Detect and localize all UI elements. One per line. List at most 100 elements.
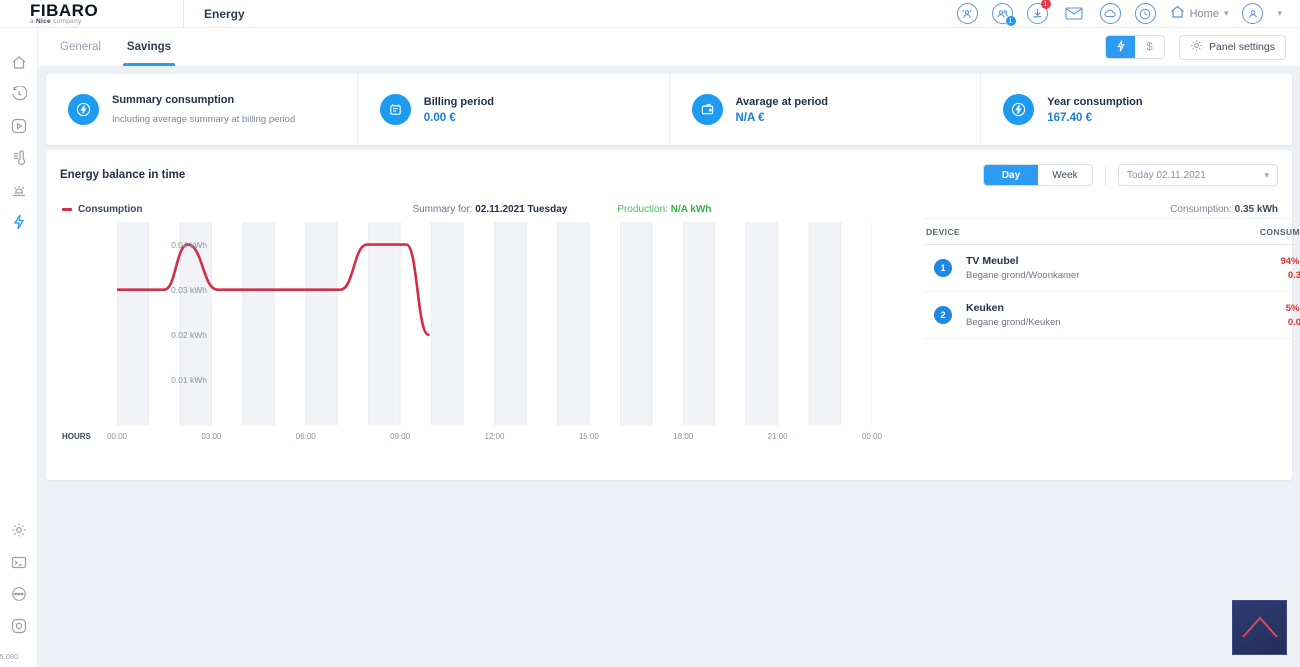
content: Summary consumption Including average su…	[38, 66, 1300, 667]
device-name: TV Meubel	[966, 255, 1019, 267]
card-value: 0.00 €	[423, 111, 456, 124]
logo-text: FIBARO	[30, 0, 99, 20]
home-icon	[1170, 5, 1185, 22]
device-rank-badge: 2	[934, 306, 952, 324]
chevron-down-icon[interactable]: ▾	[1277, 8, 1282, 19]
card-subtitle: Including average summary at billing per…	[112, 114, 296, 125]
device-table: DEVICE CONSUMPTION 1 TV Meubel Begane gr…	[924, 218, 1300, 339]
scroll-top-widget[interactable]	[1232, 600, 1287, 655]
x-tick-label: 03:00	[201, 432, 222, 441]
unit-currency-button[interactable]: $	[1135, 36, 1165, 58]
chart-plot-area[interactable]	[117, 222, 872, 425]
card-average-period: Avarage at period N/A €	[668, 74, 981, 145]
day-button[interactable]: Day	[984, 165, 1038, 185]
y-tick-label: 0.02 kWh	[171, 329, 207, 340]
legend-label: Consumption	[78, 204, 143, 215]
tab-general[interactable]: General	[60, 28, 101, 66]
unit-toggle: $	[1105, 35, 1166, 59]
card-title: Year consumption	[1047, 95, 1143, 108]
users-icon[interactable]: 1	[991, 3, 1016, 26]
card-title: Avarage at period	[735, 95, 829, 108]
version-label: 5.080	[0, 652, 19, 661]
date-select[interactable]: Today 02.11.2021 ▾	[1118, 164, 1278, 186]
range-toggle: Day Week	[983, 164, 1093, 186]
device-kwh: 0.02	[1287, 316, 1300, 328]
sidebar-item-history[interactable]	[0, 78, 38, 110]
sidebar-item-energy[interactable]	[0, 206, 38, 238]
card-billing-period: Billing period 0.00 €	[356, 74, 669, 145]
table-row[interactable]: 2 Keuken Begane grond/Keuken 5% of use 0…	[924, 292, 1300, 339]
updates-badge: 1	[1040, 0, 1051, 9]
lightning-icon	[1116, 40, 1125, 55]
sidebar-item-network[interactable]	[0, 578, 38, 610]
sidebar-item-settings[interactable]	[0, 514, 38, 546]
summary-for: Summary for: 02.11.2021 Tuesday	[412, 204, 568, 215]
x-tick-label: 09:00	[390, 432, 411, 441]
device-name: Keuken	[966, 302, 1004, 314]
date-select-value: Today 02.11.2021	[1127, 169, 1206, 181]
x-tick-label: 00:00	[106, 432, 128, 441]
y-tick-label: 0.01 kWh	[171, 374, 207, 385]
home-label: Home	[1189, 7, 1219, 20]
mail-icon[interactable]	[1062, 3, 1086, 24]
device-percent: 94%	[1280, 255, 1300, 267]
x-tick-label: 00:00	[861, 432, 883, 441]
device-percent: 5%	[1285, 302, 1300, 314]
table-header: DEVICE CONSUMPTION	[924, 218, 1300, 245]
card-summary-consumption: Summary consumption Including average su…	[46, 74, 357, 145]
cloud-icon[interactable]	[1099, 3, 1121, 24]
sidebar-item-home[interactable]	[0, 46, 38, 78]
meter-circle-icon	[379, 94, 411, 125]
device-location: Begane grond/Woonkamer	[966, 270, 1080, 281]
card-title: Billing period	[423, 95, 495, 108]
x-axis-ticks: 00:00 03:00 06:00 09:00 12:00 15:00 18:00 21:00…	[107, 432, 882, 446]
energy-balance-panel: Energy balance in time Day Week Today 02…	[46, 150, 1300, 480]
sidebar-item-climate[interactable]	[0, 142, 38, 174]
chevron-down-icon: ▾	[1223, 8, 1229, 18]
home-selector[interactable]: Home ▾	[1170, 5, 1229, 22]
fibaro-logo[interactable]: FIBARO a Nice company	[0, 0, 183, 25]
device-rank-badge: 1	[934, 259, 952, 277]
sidebar-item-scenes[interactable]	[0, 110, 38, 142]
tab-bar: General Savings $ Panel settings	[38, 28, 1300, 66]
header-consumption: CONSUMPTION	[1259, 227, 1300, 237]
y-tick-label: 0.03 kWh	[171, 284, 207, 295]
x-tick-label: 21:00	[767, 432, 788, 441]
page-title: Energy	[204, 6, 245, 21]
header-device: DEVICE	[926, 227, 961, 237]
energy-chart-svg	[117, 222, 872, 425]
card-value: 167.40 €	[1047, 111, 1093, 124]
sidebar-item-alarm[interactable]	[0, 174, 38, 206]
tab-savings[interactable]: Savings	[122, 28, 176, 66]
energy-chart: 0.01 kWh 0.02 kWh 0.03 kWh 0.04 kWh HOURS 0…	[62, 222, 912, 457]
device-kwh: 0.33	[1287, 269, 1300, 281]
card-value: N/A €	[735, 111, 765, 124]
alarm-user-icon[interactable]	[956, 3, 978, 24]
energy-circle-icon	[68, 94, 99, 125]
card-year-consumption: Year consumption 167.40 €	[980, 74, 1292, 145]
wallet-circle-icon	[691, 94, 723, 125]
divider	[1105, 165, 1106, 185]
x-tick-label: 12:00	[484, 432, 505, 441]
unit-energy-button[interactable]	[1106, 36, 1136, 58]
table-row[interactable]: 1 TV Meubel Begane grond/Woonkamer 94% o…	[924, 245, 1300, 292]
panel-settings-button[interactable]: Panel settings	[1179, 34, 1286, 60]
account-icon[interactable]	[1242, 3, 1264, 24]
x-tick-label: 06:00	[295, 432, 316, 441]
week-button[interactable]: Week	[1038, 165, 1092, 185]
summary-cards: Summary consumption Including average su…	[46, 74, 1292, 145]
panel-title: Energy balance in time	[60, 169, 186, 181]
users-badge: 1	[1005, 16, 1016, 26]
chevron-up-icon	[1242, 616, 1278, 638]
logo-subtext: a Nice company	[30, 17, 82, 25]
clock-icon[interactable]	[1134, 3, 1156, 24]
chevron-down-icon: ▾	[1264, 169, 1269, 180]
sidebar-item-console[interactable]	[0, 546, 38, 578]
x-tick-label: 15:00	[578, 432, 599, 441]
legend-dash-icon	[62, 208, 72, 211]
y-tick-label: 0.04 kWh	[171, 239, 207, 250]
download-update-icon[interactable]: 1	[1026, 0, 1051, 24]
x-tick-label: 18:00	[673, 432, 694, 441]
device-location: Begane grond/Keuken	[966, 317, 1061, 328]
sidebar-item-hub[interactable]	[0, 610, 38, 642]
